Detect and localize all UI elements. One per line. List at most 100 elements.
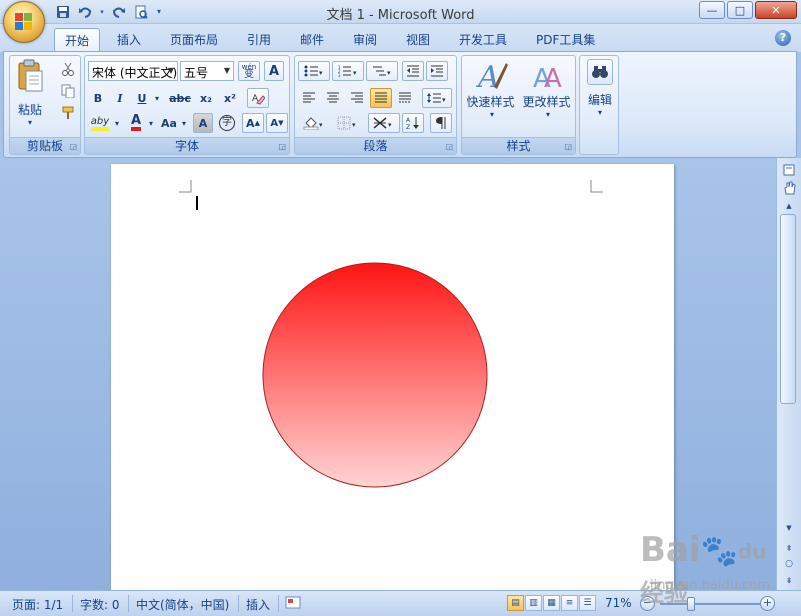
shading-icon[interactable]: ▾ xyxy=(298,113,330,133)
office-button[interactable] xyxy=(3,1,45,43)
multilevel-list-icon[interactable]: ▾ xyxy=(366,61,398,81)
view-outline-icon[interactable]: ≡ xyxy=(561,595,578,611)
asian-layout-icon[interactable]: ▾ xyxy=(368,113,400,133)
status-word-count[interactable]: 字数: 0 xyxy=(80,596,120,613)
sort-icon[interactable]: AZ xyxy=(402,113,424,133)
show-marks-icon[interactable] xyxy=(430,113,452,133)
scroll-down-icon[interactable]: ▼ xyxy=(780,520,798,536)
chevron-down-icon: ▼ xyxy=(223,66,230,75)
ruler-toggle-icon[interactable] xyxy=(780,162,798,178)
font-size-value: 五号 xyxy=(184,66,209,80)
enclose-characters-button[interactable]: 字 xyxy=(216,113,238,133)
copy-icon[interactable] xyxy=(58,81,78,101)
font-size-select[interactable]: 五号 ▼ xyxy=(180,61,234,81)
red-gradient-circle[interactable] xyxy=(261,261,489,489)
highlight-button[interactable]: aby xyxy=(88,113,112,133)
vertical-scrollbar[interactable]: ▲ ▼ ⇞ ○ ⇟ xyxy=(776,158,801,590)
change-styles-button[interactable]: A A 更改样式 ▾ xyxy=(521,59,575,131)
status-insert-mode[interactable]: 插入 xyxy=(246,596,270,613)
superscript-button[interactable]: x² xyxy=(219,88,241,108)
strikethrough-button[interactable]: abc xyxy=(167,88,193,108)
underline-dropdown-icon[interactable]: ▾ xyxy=(152,88,162,108)
paste-dropdown-icon: ▾ xyxy=(27,118,32,127)
tab-pdf-tools[interactable]: PDF工具集 xyxy=(526,28,605,52)
paste-button[interactable]: 粘贴 ▾ xyxy=(12,59,48,131)
highlight-dropdown-icon[interactable]: ▾ xyxy=(112,113,122,133)
editing-button[interactable]: 编辑 ▾ xyxy=(582,59,618,149)
tab-page-layout[interactable]: 页面布局 xyxy=(160,28,228,52)
close-button[interactable]: ✕ xyxy=(755,1,797,19)
format-painter-icon[interactable] xyxy=(58,103,78,123)
zoom-in-icon[interactable]: + xyxy=(760,596,775,611)
tab-mailings[interactable]: 邮件 xyxy=(290,28,334,52)
svg-text:▾: ▾ xyxy=(387,69,391,77)
document-page[interactable] xyxy=(111,164,674,590)
distributed-icon[interactable] xyxy=(394,88,416,108)
increase-indent-icon[interactable] xyxy=(426,61,448,81)
view-web-layout-icon[interactable]: ▦ xyxy=(543,595,560,611)
italic-button[interactable]: I xyxy=(110,88,130,108)
ribbon: 粘贴 ▾ 剪贴板 ◲ 宋体 (中文正文) ▼ 五号 ▼ wén 变 A B I xyxy=(3,51,797,158)
status-divider xyxy=(238,595,239,612)
align-right-icon[interactable] xyxy=(346,88,368,108)
styles-group-label: 样式 xyxy=(462,137,575,154)
change-styles-icon: A A xyxy=(533,64,562,93)
tab-developer[interactable]: 开发工具 xyxy=(449,28,517,52)
previous-page-icon[interactable]: ⇞ xyxy=(780,540,798,556)
font-color-dropdown-icon[interactable]: ▾ xyxy=(146,113,156,133)
select-browse-object-icon[interactable]: ○ xyxy=(780,556,798,572)
font-color-button[interactable]: A xyxy=(126,113,146,133)
line-spacing-icon[interactable]: ▾ xyxy=(422,88,452,108)
scroll-up-icon[interactable]: ▲ xyxy=(780,198,798,214)
align-left-icon[interactable] xyxy=(298,88,320,108)
pan-hand-icon[interactable] xyxy=(780,180,798,196)
text-cursor xyxy=(196,196,198,210)
clear-formatting-icon[interactable]: A xyxy=(247,88,269,108)
character-shading-button[interactable]: A xyxy=(193,113,213,133)
borders-icon[interactable]: ▾ xyxy=(332,113,364,133)
subscript-button[interactable]: x₂ xyxy=(195,88,217,108)
view-draft-icon[interactable]: ☰ xyxy=(579,595,596,611)
zoom-out-icon[interactable]: − xyxy=(640,596,655,611)
help-icon[interactable]: ? xyxy=(775,30,791,46)
character-border-button[interactable]: A xyxy=(264,61,284,81)
view-full-screen-reading-icon[interactable]: ▥ xyxy=(525,595,542,611)
align-center-icon[interactable] xyxy=(322,88,344,108)
zoom-slider-thumb[interactable] xyxy=(687,597,695,611)
font-launcher-icon[interactable]: ◲ xyxy=(278,142,286,151)
font-name-select[interactable]: 宋体 (中文正文) ▼ xyxy=(88,61,178,81)
phonetic-guide-button[interactable]: wén 变 xyxy=(238,61,260,81)
decrease-indent-icon[interactable] xyxy=(402,61,424,81)
grow-font-button[interactable]: A ▲ xyxy=(242,113,264,133)
group-font: 宋体 (中文正文) ▼ 五号 ▼ wén 变 A B I U ▾ abc x₂ … xyxy=(84,55,290,155)
maximize-button[interactable]: □ xyxy=(727,1,753,19)
justify-icon[interactable] xyxy=(370,88,392,108)
paragraph-launcher-icon[interactable]: ◲ xyxy=(445,142,453,151)
bold-button[interactable]: B xyxy=(88,88,108,108)
tab-view[interactable]: 视图 xyxy=(396,28,440,52)
macro-record-icon[interactable] xyxy=(285,595,301,612)
tab-references[interactable]: 引用 xyxy=(237,28,281,52)
numbering-icon[interactable]: 1 2 3 ▾ xyxy=(332,61,364,81)
tab-home[interactable]: 开始 xyxy=(54,28,101,52)
change-case-dropdown-icon[interactable]: ▾ xyxy=(180,113,188,133)
next-page-icon[interactable]: ⇟ xyxy=(780,572,798,588)
scroll-thumb[interactable] xyxy=(780,214,796,404)
clipboard-launcher-icon[interactable]: ◲ xyxy=(69,142,77,151)
shrink-font-button[interactable]: A ▼ xyxy=(266,113,288,133)
styles-launcher-icon[interactable]: ◲ xyxy=(564,142,572,151)
tab-review[interactable]: 审阅 xyxy=(343,28,387,52)
status-language[interactable]: 中文(简体，中国) xyxy=(136,596,229,613)
minimize-button[interactable]: — xyxy=(699,1,725,19)
highlight-label: aby xyxy=(90,116,110,131)
change-case-button[interactable]: Aa xyxy=(158,113,180,133)
view-print-layout-icon[interactable]: ▤ xyxy=(507,595,524,611)
zoom-level[interactable]: 71% xyxy=(605,596,632,610)
cut-icon[interactable] xyxy=(58,59,78,79)
bullets-icon[interactable]: ▾ xyxy=(298,61,330,81)
status-page[interactable]: 页面: 1/1 xyxy=(12,596,63,613)
quick-styles-button[interactable]: A 快速样式 ▾ xyxy=(465,59,519,131)
tab-insert[interactable]: 插入 xyxy=(107,28,151,52)
zoom-slider[interactable] xyxy=(660,603,760,605)
underline-button[interactable]: U xyxy=(132,88,152,108)
